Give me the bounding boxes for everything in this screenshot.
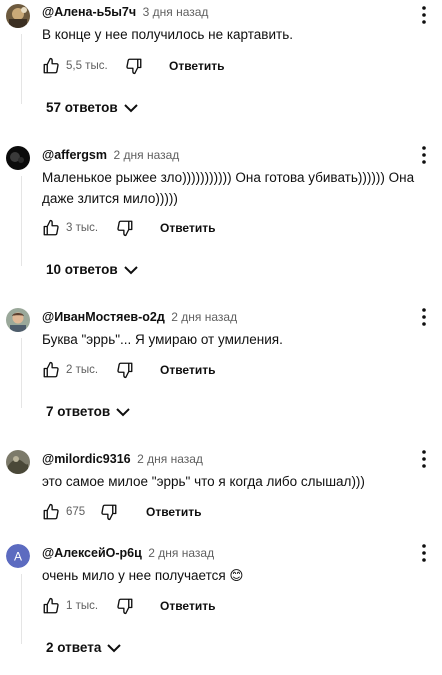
thread-line [21,176,22,266]
comment-text: В конце у нее получилось не картавить. [42,27,293,42]
show-replies-button[interactable]: 2 ответа [46,640,122,662]
thumb-down-icon[interactable] [116,361,134,379]
thumb-down-icon[interactable] [116,219,134,237]
show-replies-button[interactable]: 57 ответов [46,100,138,122]
more-options-icon[interactable] [416,543,432,563]
author-name[interactable]: @Алена-ь5ы7ч [42,5,136,19]
replies-count-label: 2 ответа [46,640,102,655]
thumb-down-icon[interactable] [125,57,143,75]
replies-count-label: 10 ответов [46,262,118,277]
comment-actions: 2 тыс. Ответить [42,361,422,385]
like-count: 675 [66,506,86,518]
chevron-down-icon [107,644,122,653]
avatar[interactable] [6,4,30,28]
comment-text: очень мило у нее получается 😊 [42,568,244,583]
thumb-up-icon[interactable] [42,219,60,237]
comment-header: @АлексейО-р6ц 2 дня назад [42,546,214,560]
comment-actions: 5,5 тыс. Ответить [42,57,422,81]
reply-button[interactable]: Ответить [160,599,215,613]
more-options-icon[interactable] [416,449,432,469]
chevron-down-icon [116,408,130,417]
like-count: 1 тыс. [66,600,99,612]
reply-button[interactable]: Ответить [160,221,215,235]
comment-text: Буква "эррь"... Я умираю от умиления. [42,332,283,347]
thumb-up-icon[interactable] [42,597,60,615]
thumb-up-icon[interactable] [42,361,60,379]
comment-actions: 3 тыс. Ответить [42,219,422,243]
timestamp[interactable]: 3 дня назад [143,5,209,19]
timestamp[interactable]: 2 дня назад [137,452,203,466]
avatar[interactable]: А [6,544,30,568]
author-name[interactable]: @milordic9316 [42,452,131,466]
avatar[interactable] [6,450,30,474]
show-replies-button[interactable]: 10 ответов [46,262,138,284]
like-count: 3 тыс. [66,222,99,234]
more-options-icon[interactable] [416,5,432,25]
thread-line [21,574,22,644]
author-name[interactable]: @affergsm [42,148,107,162]
comment-actions: 1 тыс. Ответить [42,597,422,621]
thumb-up-icon[interactable] [42,503,60,521]
replies-count-label: 7 ответов [46,404,111,419]
comment-text: это самое милое "эррь" что я когда либо … [42,474,365,489]
thread-line [21,338,22,408]
thumb-down-icon[interactable] [100,503,118,521]
chevron-down-icon [124,104,138,113]
reply-button[interactable]: Ответить [160,363,215,377]
replies-count-label: 57 ответов [46,100,118,115]
more-options-icon[interactable] [416,145,432,165]
timestamp[interactable]: 2 дня назад [148,546,214,560]
comment-actions: 675 Ответить [42,503,422,527]
thumb-down-icon[interactable] [116,597,134,615]
avatar-letter: А [14,550,22,564]
like-count: 2 тыс. [66,364,99,376]
like-count: 5,5 тыс. [66,60,108,72]
reply-button[interactable]: Ответить [146,505,201,519]
timestamp[interactable]: 2 дня назад [171,310,237,324]
reply-button[interactable]: Ответить [169,59,224,73]
avatar[interactable] [6,146,30,170]
show-replies-button[interactable]: 7 ответов [46,404,130,426]
avatar[interactable] [6,308,30,332]
comment-header: @affergsm 2 дня назад [42,148,179,162]
thread-line [21,34,22,104]
author-name[interactable]: @АлексейО-р6ц [42,546,142,560]
more-options-icon[interactable] [416,307,432,327]
chevron-down-icon [124,266,138,275]
comment-header: @Алена-ь5ы7ч 3 дня назад [42,5,208,19]
author-name[interactable]: @ИванМостяев-о2д [42,310,165,324]
timestamp[interactable]: 2 дня назад [113,148,179,162]
comment-header: @milordic9316 2 дня назад [42,452,203,466]
comment-text: Маленькое рыжее зло))))))))))) Она готов… [42,170,415,206]
thumb-up-icon[interactable] [42,57,60,75]
comment-header: @ИванМостяев-о2д 2 дня назад [42,310,237,324]
